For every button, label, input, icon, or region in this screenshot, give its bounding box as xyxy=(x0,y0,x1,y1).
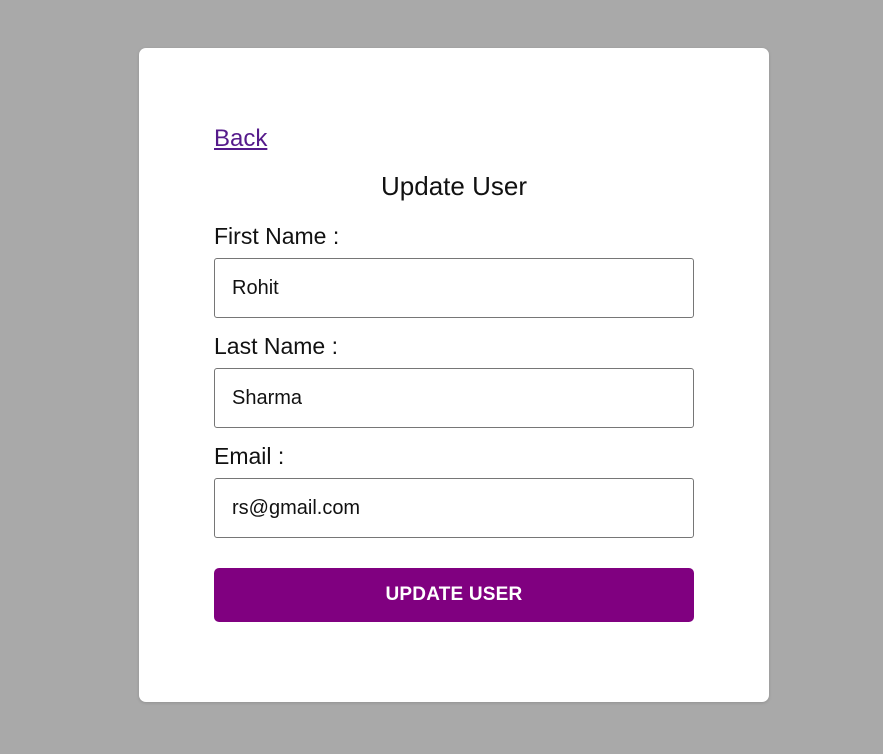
first-name-label: First Name : xyxy=(214,223,340,249)
first-name-input[interactable] xyxy=(214,258,694,318)
update-user-form: Back Update User First Name : Last Name … xyxy=(214,122,694,622)
last-name-label: Last Name : xyxy=(214,333,338,359)
last-name-input[interactable] xyxy=(214,368,694,428)
update-user-button[interactable]: UPDATE USER xyxy=(214,568,694,622)
email-input[interactable] xyxy=(214,478,694,538)
update-user-card: Back Update User First Name : Last Name … xyxy=(139,48,769,702)
page-title: Update User xyxy=(381,171,527,201)
back-link[interactable]: Back xyxy=(214,124,267,154)
email-label: Email : xyxy=(214,443,285,469)
